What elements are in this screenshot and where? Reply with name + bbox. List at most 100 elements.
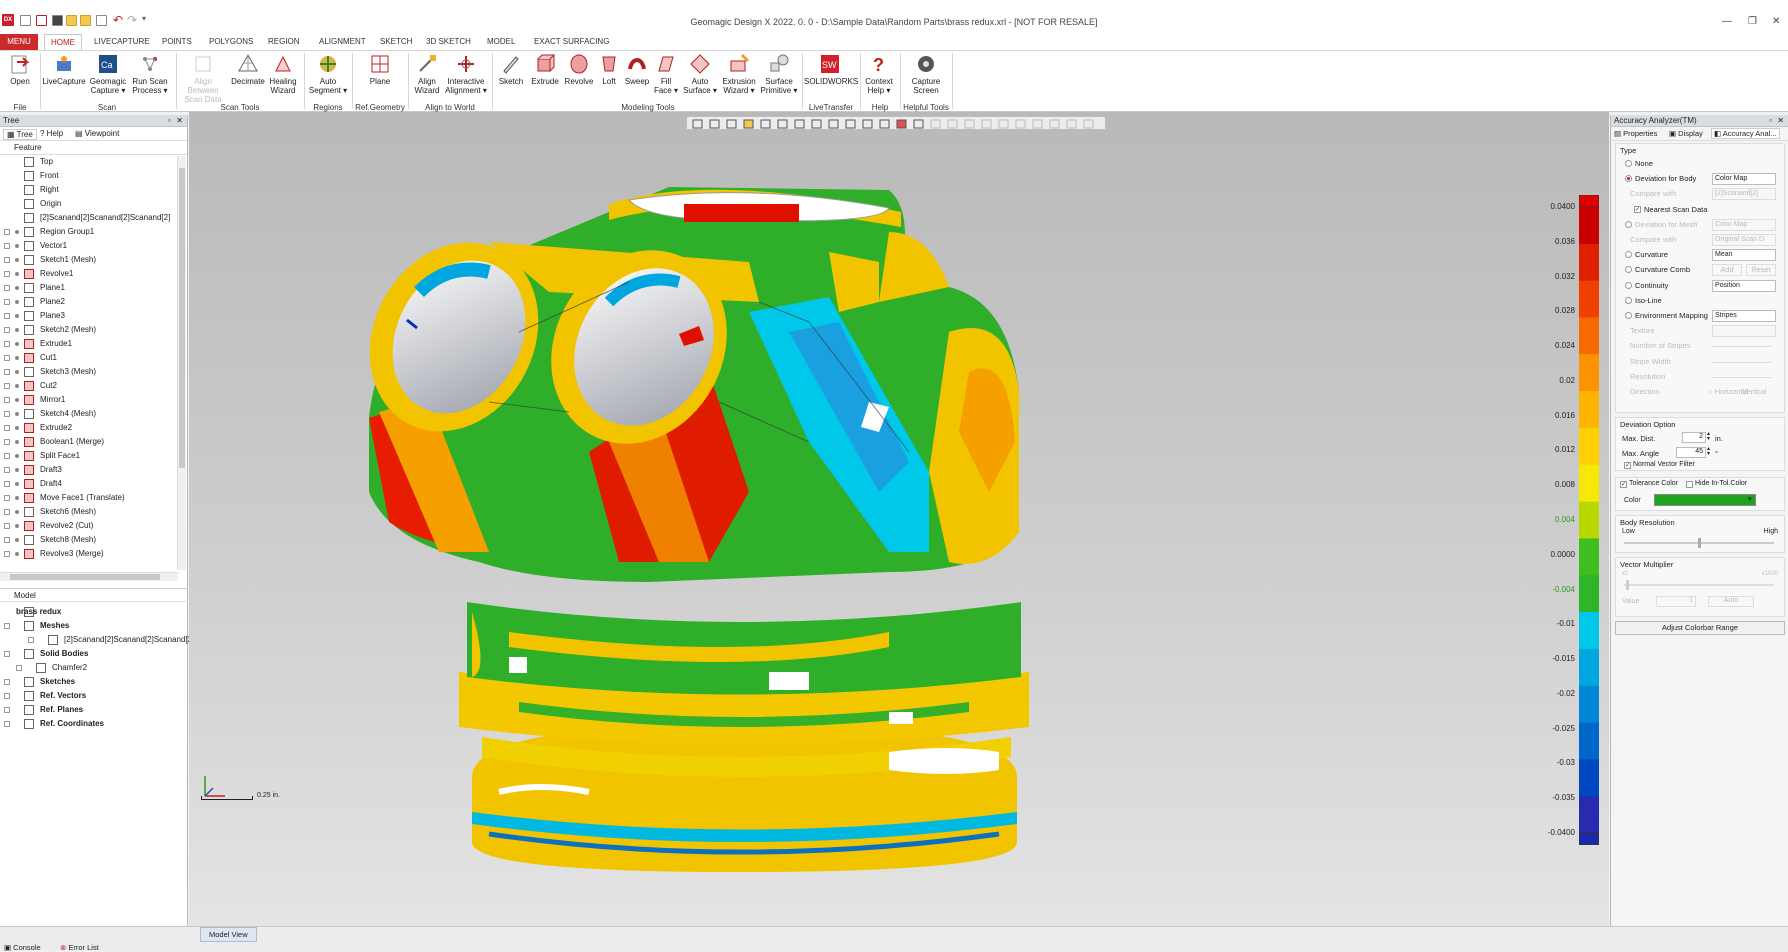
align-between-scan-data-button[interactable]: Align Between Scan Data — [178, 53, 228, 104]
visibility-icon[interactable] — [15, 510, 19, 514]
direction-option[interactable]: Vertical — [1742, 384, 1767, 400]
tab-sketch[interactable]: SKETCH — [374, 34, 418, 50]
expand-icon[interactable] — [16, 665, 22, 671]
healing-wizard-button[interactable]: Healing Wizard — [266, 53, 300, 95]
visibility-icon[interactable] — [15, 398, 19, 402]
tab-region[interactable]: REGION — [262, 34, 306, 50]
tree-item[interactable]: Region Group1 — [0, 225, 176, 239]
tree-item[interactable]: Move Face1 (Translate) — [0, 491, 176, 505]
expand-icon[interactable] — [4, 551, 10, 557]
visibility-icon[interactable] — [15, 286, 19, 290]
type-radio[interactable] — [1625, 160, 1632, 167]
type-option-dropdown[interactable]: Stripes — [1712, 310, 1776, 322]
visibility-icon[interactable] — [15, 370, 19, 374]
revolve-button[interactable]: Revolve — [562, 53, 596, 86]
menu-button[interactable]: MENU — [0, 34, 38, 50]
expand-icon[interactable] — [4, 271, 10, 277]
type-option-dropdown[interactable]: Position — [1712, 279, 1776, 292]
expand-icon[interactable] — [4, 411, 10, 417]
tab-tree[interactable]: ▦ Tree — [3, 129, 37, 140]
visibility-icon[interactable] — [15, 440, 19, 444]
visibility-icon[interactable] — [15, 426, 19, 430]
minimize-icon[interactable]: — — [1722, 16, 1732, 27]
max-dist-field[interactable]: 2 — [1682, 432, 1706, 443]
expand-icon[interactable] — [4, 509, 10, 515]
tree-item[interactable]: Mirror1 — [0, 393, 176, 407]
solidworks-button[interactable]: SW SOLIDWORKS — [804, 53, 858, 86]
tree-item[interactable]: Cut2 — [0, 379, 176, 393]
tab-home[interactable]: HOME — [44, 34, 82, 50]
panel-close-icon[interactable]: ✕ — [176, 115, 183, 127]
body-resolution-slider[interactable] — [1624, 538, 1774, 548]
type-option-dropdown[interactable]: Color Map — [1712, 173, 1776, 186]
tree-scrollbar[interactable] — [177, 156, 186, 570]
environment-slider[interactable] — [1712, 361, 1772, 363]
visibility-icon[interactable] — [15, 468, 19, 472]
expand-icon[interactable] — [4, 481, 10, 487]
expand-icon[interactable] — [4, 355, 10, 361]
tree-item[interactable]: Boolean1 (Merge) — [0, 435, 176, 449]
curvature-comb-button[interactable]: Add — [1712, 264, 1742, 277]
type-option-dropdown[interactable]: Color Map — [1712, 218, 1776, 231]
texture-dropdown[interactable] — [1712, 325, 1776, 338]
vector-value-field[interactable]: 1 — [1656, 596, 1696, 607]
visibility-icon[interactable] — [15, 314, 19, 318]
expand-icon[interactable] — [4, 679, 10, 685]
tree-item[interactable]: Cut1 — [0, 351, 176, 365]
type-radio[interactable] — [1625, 281, 1632, 289]
deviation-colorbar[interactable] — [1578, 194, 1600, 846]
type-option-dropdown[interactable]: Mean — [1712, 249, 1776, 262]
tree-item[interactable]: Extrude1 — [0, 337, 176, 351]
auto-surface-button[interactable]: Auto Surface ▾ — [682, 53, 718, 95]
panel-close-icon[interactable]: ✕ — [1777, 115, 1784, 127]
tree-item[interactable]: Plane2 — [0, 295, 176, 309]
type-option-dropdown[interactable]: Original Scan D — [1712, 234, 1776, 246]
tab-polygons[interactable]: POLYGONS — [203, 34, 259, 50]
adjust-colorbar-range-button[interactable]: Adjust Colorbar Range — [1615, 621, 1785, 635]
visibility-icon[interactable] — [15, 356, 19, 360]
tab-display[interactable]: ▣ Display — [1669, 129, 1703, 138]
type-radio[interactable] — [1625, 220, 1632, 228]
expand-icon[interactable] — [4, 495, 10, 501]
tree-item[interactable]: Extrude2 — [0, 421, 176, 435]
expand-icon[interactable] — [4, 537, 10, 543]
tree-item[interactable]: Draft4 — [0, 477, 176, 491]
tab-viewpoint[interactable]: ▤ Viewpoint — [75, 129, 119, 138]
sketch-button[interactable]: Sketch — [496, 53, 526, 86]
expand-icon[interactable] — [4, 707, 10, 713]
visibility-icon[interactable] — [15, 230, 19, 234]
tree-item[interactable]: Top — [0, 155, 176, 169]
surface-primitive-button[interactable]: Surface Primitive ▾ — [760, 53, 798, 95]
visibility-icon[interactable] — [15, 454, 19, 458]
tab-3d-sketch[interactable]: 3D SKETCH — [420, 34, 477, 50]
model-view-tab[interactable]: Model View — [200, 927, 257, 942]
fill-face-button[interactable]: Fill Face ▾ — [652, 53, 680, 95]
tab-help[interactable]: ? Help — [40, 129, 63, 138]
nearest-scan-checkbox[interactable]: ✓ — [1634, 205, 1641, 213]
tree-item[interactable]: Sketch8 (Mesh) — [0, 533, 176, 547]
extrude-button[interactable]: Extrude — [528, 53, 562, 86]
expand-icon[interactable] — [4, 693, 10, 699]
type-option-dropdown[interactable]: [2]Scanand[2] — [1712, 188, 1776, 201]
expand-icon[interactable] — [4, 523, 10, 529]
tree-item[interactable]: Split Face1 — [0, 449, 176, 463]
model-viewport[interactable]: 0.0400 0.036 0.032 0.028 0.024 0.02 0.016 0.012… — [189, 112, 1609, 926]
expand-icon[interactable] — [28, 637, 34, 643]
tab-livecapture[interactable]: LIVECAPTURE — [88, 34, 156, 50]
tab-accuracy-analyzer[interactable]: ◧ Accuracy Anal... — [1711, 128, 1780, 139]
max-angle-spinner-icon[interactable]: ▴ ▾ — [1707, 446, 1710, 457]
tab-alignment[interactable]: ALIGNMENT — [313, 34, 372, 50]
environment-slider[interactable] — [1712, 346, 1772, 348]
visibility-icon[interactable] — [15, 384, 19, 388]
expand-icon[interactable] — [4, 651, 10, 657]
tree-item[interactable]: Plane3 — [0, 309, 176, 323]
close-icon[interactable]: ✕ — [1772, 16, 1780, 27]
visibility-icon[interactable] — [15, 552, 19, 556]
visibility-icon[interactable] — [15, 524, 19, 528]
tree-item[interactable]: Revolve2 (Cut) — [0, 519, 176, 533]
tree-item[interactable]: Draft3 — [0, 463, 176, 477]
expand-icon[interactable] — [4, 369, 10, 375]
visibility-icon[interactable] — [15, 272, 19, 276]
tree-item[interactable]: Origin — [0, 197, 176, 211]
tab-exact-surfacing[interactable]: EXACT SURFACING — [528, 34, 615, 50]
